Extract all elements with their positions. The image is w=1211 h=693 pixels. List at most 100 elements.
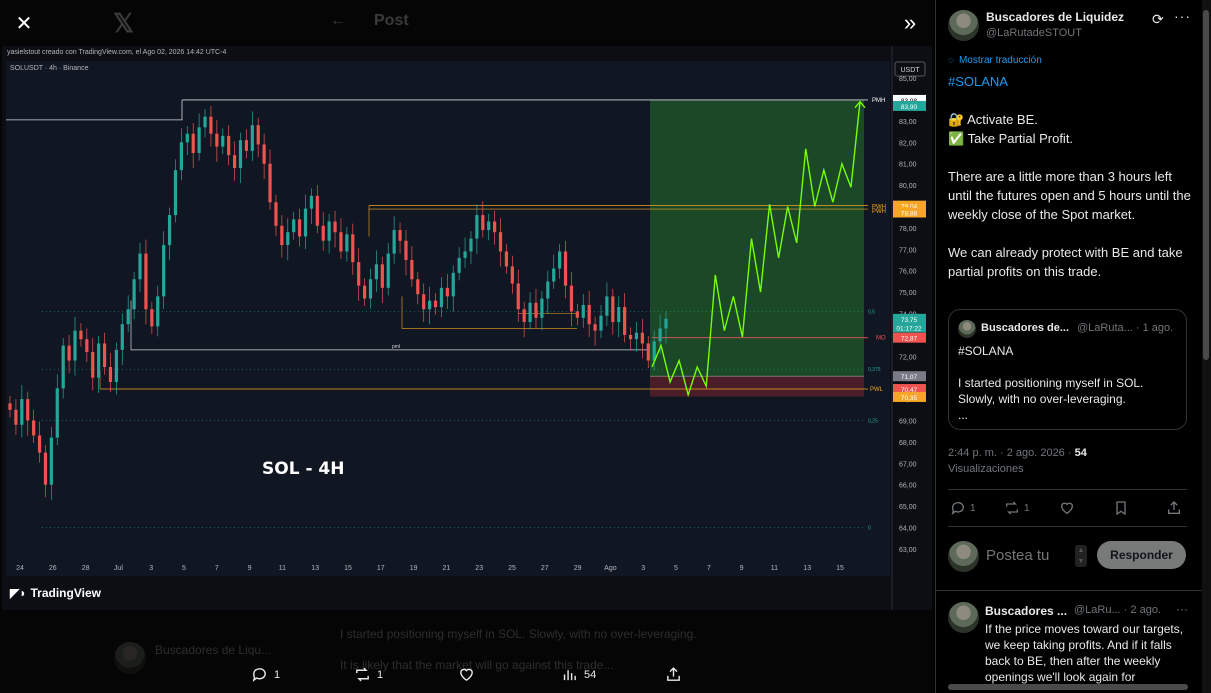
candle-body xyxy=(238,140,243,168)
y-tick-label: 75,00 xyxy=(899,290,917,297)
ghost-author: Buscadores de Liqu... xyxy=(155,643,272,657)
hashtag-link[interactable]: #SOLANA xyxy=(948,74,1008,89)
candle-body xyxy=(215,133,219,147)
candle-body xyxy=(197,127,201,154)
candle-body xyxy=(14,409,18,425)
candle-body xyxy=(416,279,420,295)
price-tag-label: 83,90 xyxy=(901,104,918,111)
candle-body xyxy=(102,343,107,367)
candle-body xyxy=(309,195,314,209)
reply-icon xyxy=(951,502,964,515)
candle-body xyxy=(617,307,621,323)
candle-body xyxy=(587,304,591,325)
show-translation-link[interactable]: ◌ Mostrar traducción xyxy=(948,55,1042,66)
candle-body xyxy=(528,302,532,323)
candle-body xyxy=(67,345,71,361)
viewer-repost-count: 1 xyxy=(377,668,384,681)
expand-panel-icon[interactable]: » xyxy=(895,9,925,39)
y-tick-label: 81,00 xyxy=(899,162,917,169)
candle-body xyxy=(581,304,585,318)
candle-body xyxy=(516,283,520,310)
candle-body xyxy=(37,435,42,453)
share-button[interactable] xyxy=(1166,500,1182,516)
candle-body xyxy=(605,296,609,316)
reply-submit-button[interactable]: Responder xyxy=(1097,541,1186,569)
viewer-share-button[interactable] xyxy=(665,666,682,683)
candle-body xyxy=(658,328,662,342)
candle-body xyxy=(339,232,343,252)
author-avatar[interactable] xyxy=(948,10,979,41)
candle-body xyxy=(439,287,444,308)
candle-body xyxy=(510,266,514,284)
candle-body xyxy=(569,285,574,312)
candle-body xyxy=(575,311,579,318)
candle-body xyxy=(481,215,485,231)
candle-body xyxy=(563,251,568,286)
quoted-tweet-card[interactable]: Buscadores de... @LaRuta... · 1 ago. #SO… xyxy=(948,309,1187,430)
bookmark-button[interactable] xyxy=(1113,500,1129,516)
more-options-icon[interactable]: ··· xyxy=(1174,8,1191,24)
x-tick-label: 13 xyxy=(803,565,811,572)
viewer-like-button[interactable] xyxy=(458,666,475,683)
reply-button[interactable]: 1 xyxy=(950,500,976,516)
candle-body xyxy=(599,315,603,331)
candle-body xyxy=(120,324,124,350)
tweet-timestamp[interactable]: 2:44 p. m. · 2 ago. 2026 · xyxy=(948,447,1075,459)
y-tick-label: 64,00 xyxy=(899,525,917,532)
candle-body xyxy=(646,343,650,361)
x-tick-label: 9 xyxy=(248,565,252,572)
reply-input[interactable] xyxy=(986,544,1074,566)
quote-body-text: I started positioning myself in SOL. Slo… xyxy=(958,376,1144,406)
price-tag-label: 72,87 xyxy=(901,336,918,343)
candle-body xyxy=(162,245,166,297)
close-button[interactable]: ✕ xyxy=(9,9,39,39)
reply-author-avatar[interactable] xyxy=(948,602,979,633)
y-tick-label: 66,00 xyxy=(899,483,917,490)
reply-author-name[interactable]: Buscadores ... xyxy=(985,604,1067,618)
loss-zone xyxy=(650,376,864,397)
divider xyxy=(936,590,1211,591)
tradingview-logo: ◤◗ TradingView xyxy=(10,586,101,600)
candle-body xyxy=(286,232,290,246)
tradingview-logo-icon: ◤◗ xyxy=(10,586,27,600)
composer-scroll-icon[interactable]: ▲ ▼ xyxy=(1075,545,1087,567)
like-button[interactable] xyxy=(1059,500,1075,516)
candle-body xyxy=(221,135,225,147)
scrollbar-thumb[interactable] xyxy=(1203,10,1209,360)
candle-body xyxy=(664,318,668,329)
candle-body xyxy=(32,420,36,436)
candle-body xyxy=(558,251,562,269)
candle-body xyxy=(179,142,183,171)
price-tag-label: 71,07 xyxy=(901,374,918,381)
viewer-views-count: 54 xyxy=(584,668,597,681)
author-handle[interactable]: @LaRutadeSTOUT xyxy=(986,27,1082,39)
heart-icon xyxy=(460,668,473,682)
candle-body xyxy=(185,133,189,143)
x-tick-label: 11 xyxy=(279,565,286,572)
candle-body xyxy=(404,240,408,261)
candle-body xyxy=(552,268,556,282)
candle-body xyxy=(256,125,260,145)
viewer-reply-button[interactable]: 1 xyxy=(251,666,280,683)
reply-text: If the price moves toward our targets, w… xyxy=(985,622,1184,684)
reply-more-options-icon[interactable]: ··· xyxy=(1176,602,1188,616)
repost-button[interactable]: 1 xyxy=(1004,500,1030,516)
horizontal-scrollbar[interactable] xyxy=(948,684,1188,690)
grok-icon[interactable]: ⟳ xyxy=(1152,11,1164,28)
candle-body xyxy=(410,260,414,280)
quote-author-handle: @LaRuta... · 1 ago. xyxy=(1077,322,1174,334)
y-tick-label: 68,00 xyxy=(899,440,917,447)
tweet-actions: 1 1 xyxy=(948,489,1187,527)
author-name[interactable]: Buscadores de Liquidez xyxy=(986,10,1124,24)
repost-count: 1 xyxy=(1024,502,1030,514)
candle-body xyxy=(593,324,597,331)
viewer-repost-button[interactable]: 1 xyxy=(354,666,383,683)
y-tick-label: 76,00 xyxy=(899,269,917,276)
share-icon xyxy=(667,667,680,681)
x-tick-label: 24 xyxy=(16,565,24,572)
viewer-views-button[interactable]: 54 xyxy=(561,666,596,683)
candle-body xyxy=(85,339,89,353)
y-tick-label: 72,00 xyxy=(899,354,917,361)
reply-author-handle[interactable]: @LaRu... · 2 ago. xyxy=(1074,604,1161,616)
candle-body xyxy=(126,309,130,325)
